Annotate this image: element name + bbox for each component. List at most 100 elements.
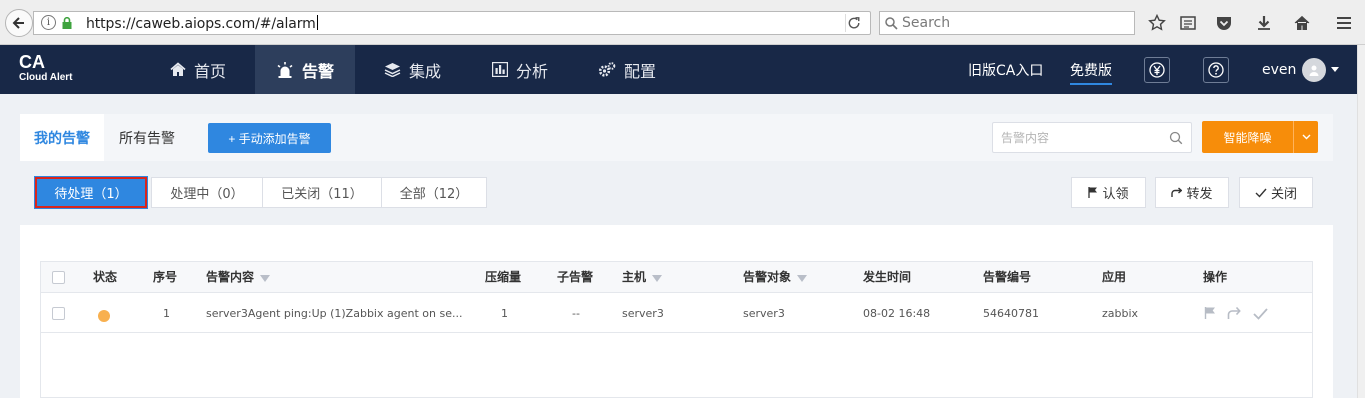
acknowledge-button[interactable]: 认领: [1071, 177, 1146, 208]
browser-search-input[interactable]: [902, 14, 1122, 32]
col-app: 应用: [1102, 270, 1127, 284]
cell-alarm-id: 54640781: [983, 307, 1039, 320]
filter-icon[interactable]: [652, 275, 663, 282]
cell-index: 1: [163, 307, 170, 320]
alarm-search-input[interactable]: [1001, 129, 1161, 147]
chevron-down-icon: [1331, 67, 1340, 72]
bookmark-star-icon[interactable]: [1147, 13, 1167, 33]
smart-noise-reduction-button[interactable]: 智能降噪: [1202, 121, 1318, 153]
user-icon: [1309, 65, 1319, 76]
table-row[interactable]: 1 server3Agent ping:Up (1)Zabbix agent o…: [41, 294, 1312, 333]
col-target-label: 告警对象: [743, 270, 792, 284]
nav-config-label: 配置: [624, 61, 657, 81]
nav-home[interactable]: 首页: [162, 45, 234, 94]
filter-all-label: 全部（12）: [399, 187, 469, 202]
nav-analysis-label: 分析: [516, 61, 549, 81]
chevron-down-icon: [1302, 134, 1310, 140]
col-compressed: 压缩量: [485, 270, 522, 284]
nav-alarm[interactable]: 告警: [255, 45, 355, 94]
col-time: 发生时间: [863, 270, 912, 284]
download-icon[interactable]: [1254, 13, 1274, 33]
filter-pending-label: 待处理（1）: [54, 187, 128, 202]
cell-sub-alarm: --: [572, 307, 580, 320]
tab-my-alarms-label: 我的告警: [34, 130, 90, 147]
tab-my-alarms[interactable]: 我的告警: [20, 114, 104, 161]
filter-processing-label: 处理中（0）: [170, 187, 244, 202]
back-arrow-icon: [12, 17, 24, 29]
logo-sub: Cloud Alert: [19, 72, 73, 83]
bar-chart-icon: [492, 62, 508, 77]
col-target[interactable]: 告警对象: [743, 262, 808, 293]
pocket-icon[interactable]: [1214, 13, 1234, 33]
gears-icon: [598, 61, 616, 77]
nav-integration-label: 集成: [409, 61, 442, 81]
cell-compressed: 1: [501, 307, 508, 320]
smart-dropdown-toggle[interactable]: [1293, 121, 1318, 153]
tab-all-alarms-label: 所有告警: [119, 130, 175, 147]
hamburger-menu-icon[interactable]: [1334, 13, 1354, 33]
col-content[interactable]: 告警内容: [206, 262, 271, 293]
add-alarm-button[interactable]: + 手动添加告警: [208, 123, 331, 153]
share-icon[interactable]: [1227, 306, 1241, 320]
page-scrollbar[interactable]: [1357, 45, 1365, 398]
nav-alarm-label: 告警: [301, 61, 334, 81]
col-host[interactable]: 主机: [622, 262, 663, 293]
tab-all-alarms[interactable]: 所有告警: [104, 114, 190, 161]
reload-icon[interactable]: [845, 14, 863, 32]
nav-integration[interactable]: 集成: [384, 45, 441, 94]
billing-button[interactable]: [1144, 57, 1170, 83]
filter-icon[interactable]: [797, 275, 808, 282]
flag-icon[interactable]: [1204, 307, 1216, 319]
forward-button[interactable]: 转发: [1155, 177, 1229, 208]
url-bar[interactable]: i https://caweb.aiops.com/#/alarm: [33, 11, 871, 35]
app-header: CA Cloud Alert 首页 告警 集成 分析 配置 旧版CA入口 免费版…: [0, 45, 1357, 94]
username: even: [1262, 61, 1297, 78]
status-dot: [98, 310, 110, 322]
acknowledge-label: 认领: [1102, 187, 1129, 202]
smart-noise-reduction-label: 智能降噪: [1223, 130, 1272, 145]
row-checkbox[interactable]: [52, 307, 65, 320]
filter-icon[interactable]: [260, 275, 271, 282]
alarm-panel: 我的告警 所有告警 + 手动添加告警 智能降噪 待处理（1） 处理中（0） 已关…: [20, 114, 1333, 398]
home-browser-icon[interactable]: [1292, 13, 1312, 33]
reading-list-icon[interactable]: [1178, 13, 1198, 33]
help-circle-icon: [1208, 62, 1224, 78]
alarm-table: 状态 序号 告警内容 压缩量 子告警 主机 告警对象 发生时间 告警编号 应用 …: [40, 261, 1313, 398]
old-ca-entry-link[interactable]: 旧版CA入口: [968, 45, 1043, 94]
cell-content[interactable]: server3Agent ping:Up (1)Zabbix agent on …: [206, 294, 464, 333]
free-version-label: 免费版: [1070, 60, 1112, 85]
col-actions: 操作: [1203, 270, 1228, 284]
logo-main: CA: [19, 52, 45, 72]
url-text[interactable]: https://caweb.aiops.com/#/alarm: [86, 15, 318, 32]
help-button[interactable]: [1203, 57, 1229, 83]
status-filter-row: 待处理（1） 处理中（0） 已关闭（11） 全部（12） 认领 转发 关闭: [20, 161, 1333, 225]
cell-app: zabbix: [1102, 307, 1139, 320]
forward-label: 转发: [1186, 187, 1213, 202]
user-menu[interactable]: even: [1262, 45, 1340, 94]
col-index: 序号: [153, 270, 178, 284]
check-icon: [1255, 188, 1267, 198]
nav-analysis[interactable]: 分析: [492, 45, 548, 94]
filter-closed[interactable]: 已关闭（11）: [262, 177, 382, 208]
nav-home-label: 首页: [194, 61, 227, 81]
filter-all[interactable]: 全部（12）: [381, 177, 487, 208]
check-icon[interactable]: [1253, 308, 1268, 320]
filter-processing[interactable]: 处理中（0）: [151, 177, 263, 208]
alarm-search-box[interactable]: [992, 122, 1192, 153]
nav-config[interactable]: 配置: [598, 45, 656, 94]
logo[interactable]: CA Cloud Alert: [19, 53, 73, 84]
info-icon[interactable]: i: [41, 15, 56, 30]
avatar: [1302, 57, 1327, 82]
close-alarm-label: 关闭: [1270, 187, 1297, 202]
back-button[interactable]: [5, 9, 33, 37]
filter-pending[interactable]: 待处理（1）: [34, 176, 148, 209]
cell-host: server3: [622, 307, 664, 320]
free-version-link[interactable]: 免费版: [1070, 45, 1112, 94]
close-alarm-button[interactable]: 关闭: [1239, 177, 1313, 208]
col-status: 状态: [93, 270, 118, 284]
select-all-checkbox[interactable]: [52, 271, 65, 284]
search-icon[interactable]: [1169, 131, 1183, 145]
browser-search-box[interactable]: [879, 11, 1135, 35]
layers-icon: [384, 63, 401, 77]
col-content-label: 告警内容: [206, 270, 255, 284]
